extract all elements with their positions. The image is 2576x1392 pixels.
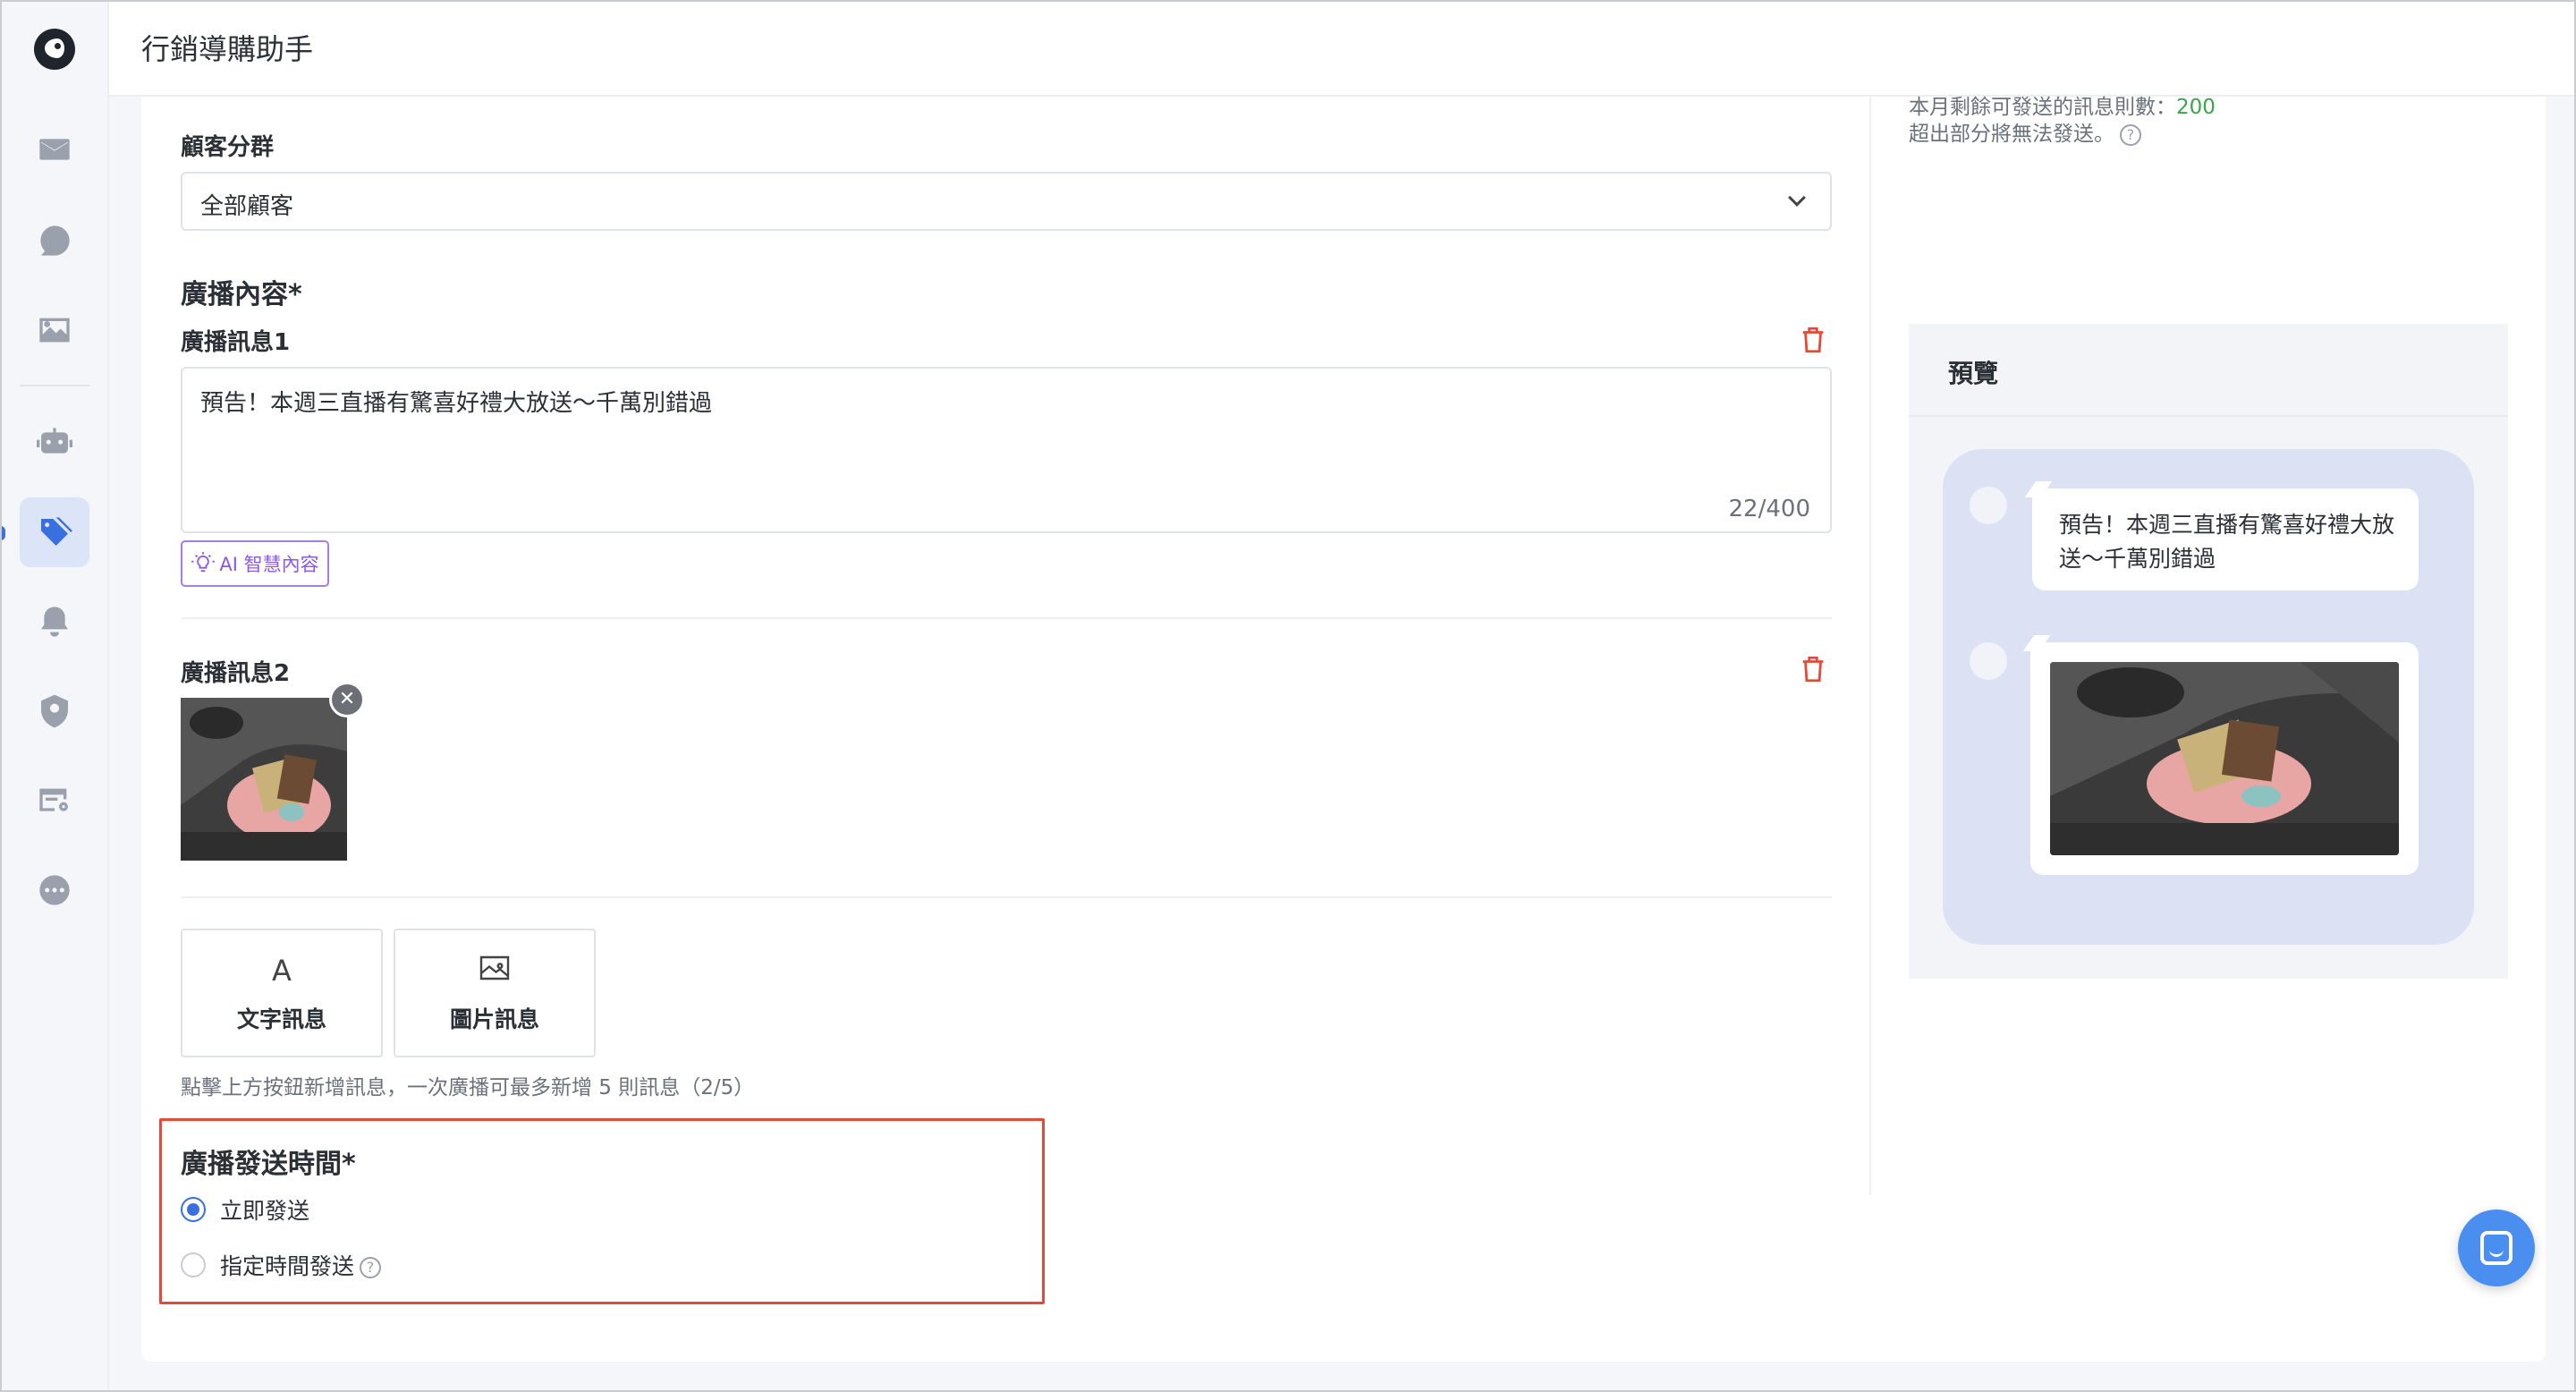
chat-preview: 預告！本週三直播有驚喜好禮大放送～千萬別錯過 xyxy=(1943,449,2474,945)
message1-text: 預告！本週三直播有驚喜好禮大放送～千萬別錯過 xyxy=(200,390,713,417)
preview-image xyxy=(2050,662,2399,855)
delete-message1-button[interactable] xyxy=(1798,324,1828,356)
column-divider xyxy=(1869,213,1871,1195)
content-section-title: 廣播內容* xyxy=(181,279,302,310)
top-header: 行銷導購助手 xyxy=(109,0,2574,97)
divider xyxy=(181,617,1832,619)
message1-textarea[interactable]: 預告！本週三直播有驚喜好禮大放送～千萬別錯過 22/400 xyxy=(181,367,1832,533)
quota-note: 超出部分將無法發送。? xyxy=(1909,116,2141,147)
image-icon xyxy=(395,954,594,989)
chat-bubble-icon xyxy=(40,225,70,256)
column-divider xyxy=(1869,97,1871,231)
segment-label: 顧客分群 xyxy=(181,134,275,161)
ai-smart-content-button[interactable]: AI 智慧內容 xyxy=(181,540,329,587)
broadcast-form-card: 顧客分群 全部顧客 廣播內容* 廣播訊息1 預告！本週三直播有驚喜好禮大放送～千… xyxy=(141,96,2546,1362)
trash-icon xyxy=(1802,656,1824,683)
segment-select[interactable]: 全部顧客 xyxy=(181,172,1832,231)
preview-text-bubble: 預告！本週三直播有驚喜好禮大放送～千萬別錯過 xyxy=(2032,488,2419,590)
quota-remaining: 本月剩餘可發送的訊息則數：200 xyxy=(1909,89,2216,120)
preview-text: 預告！本週三直播有驚喜好禮大放送～千萬別錯過 xyxy=(2059,512,2395,572)
sidebar-item-more[interactable] xyxy=(20,855,89,925)
send-now-radio[interactable] xyxy=(181,1197,206,1222)
user-shield-icon xyxy=(41,694,68,728)
scheduled-send-option[interactable]: 指定時間發送? xyxy=(220,1249,382,1281)
form-column: 顧客分群 全部顧客 廣播內容* 廣播訊息1 預告！本週三直播有驚喜好禮大放送～千… xyxy=(141,97,1832,1362)
quota-note-text: 超出部分將無法發送。 xyxy=(1909,123,2114,146)
send-time-title: 廣播發送時間* xyxy=(181,1149,356,1180)
active-indicator xyxy=(0,526,5,540)
page-title: 行銷導購助手 xyxy=(141,32,314,66)
chevron-down-icon xyxy=(1788,189,1806,207)
quota-value: 200 xyxy=(2176,96,2216,119)
bot-avatar xyxy=(1970,642,2007,680)
preview-image-bubble xyxy=(2030,642,2419,875)
divider xyxy=(181,896,1832,898)
scheduled-send-label: 指定時間發送 xyxy=(220,1253,355,1279)
add-text-message-label: 文字訊息 xyxy=(236,1006,326,1032)
sidebar xyxy=(0,0,109,1392)
sidebar-item-gallery[interactable] xyxy=(20,295,89,365)
message2-label: 廣播訊息2 xyxy=(181,660,291,687)
food-photo xyxy=(181,698,347,861)
help-icon[interactable]: ? xyxy=(2120,123,2141,146)
more-dots-icon xyxy=(39,875,70,905)
sidebar-item-chat[interactable] xyxy=(20,206,89,276)
add-message-hint: 點擊上方按鈕新增訊息，一次廣播可最多新增 5 則訊息（2/5） xyxy=(181,1076,755,1099)
remove-image-button[interactable]: ✕ xyxy=(329,682,365,717)
sidebar-item-notifications[interactable] xyxy=(20,587,89,657)
sidebar-item-contacts[interactable] xyxy=(20,676,89,746)
bell-icon xyxy=(41,607,68,637)
add-image-message-button[interactable]: 圖片訊息 xyxy=(394,929,596,1057)
trash-icon xyxy=(1802,327,1824,353)
bot-avatar xyxy=(1970,487,2007,524)
send-now-label[interactable]: 立即發送 xyxy=(220,1193,309,1226)
segment-select-value: 全部顧客 xyxy=(200,193,294,220)
preview-title: 預覽 xyxy=(1948,359,1999,388)
sidebar-item-marketing[interactable] xyxy=(20,497,89,567)
mail-icon xyxy=(39,139,70,160)
sidebar-item-mail[interactable] xyxy=(20,115,89,184)
add-image-message-label: 圖片訊息 xyxy=(449,1006,539,1032)
food-photo xyxy=(2050,662,2399,855)
app-logo[interactable] xyxy=(34,29,75,70)
robot-icon xyxy=(37,428,72,454)
help-icon[interactable]: ? xyxy=(360,1257,382,1278)
card-gear-icon xyxy=(39,788,68,811)
close-icon: ✕ xyxy=(338,688,356,710)
message1-char-count: 22/400 xyxy=(1728,496,1810,522)
tag-icon xyxy=(41,517,72,546)
lightbulb-icon xyxy=(191,552,216,573)
preview-panel: 預覽 預告！本週三直播有驚喜好禮大放送～千萬別錯過 xyxy=(1909,324,2508,979)
ai-smart-content-label: AI 智慧內容 xyxy=(219,554,319,575)
message2-image-thumbnail xyxy=(181,698,347,861)
sidebar-item-campaign-settings[interactable] xyxy=(20,766,89,836)
message1-label: 廣播訊息1 xyxy=(181,329,291,356)
preview-header: 預覽 xyxy=(1909,324,2508,417)
support-chat-button[interactable] xyxy=(2458,1210,2535,1286)
text-icon: A xyxy=(272,954,292,988)
chat-icon xyxy=(2480,1231,2512,1265)
sidebar-item-bot[interactable] xyxy=(20,408,89,478)
scheduled-send-radio[interactable] xyxy=(181,1252,206,1277)
add-text-message-button[interactable]: A 文字訊息 xyxy=(181,929,383,1057)
image-icon xyxy=(39,318,70,343)
delete-message2-button[interactable] xyxy=(1798,653,1828,685)
